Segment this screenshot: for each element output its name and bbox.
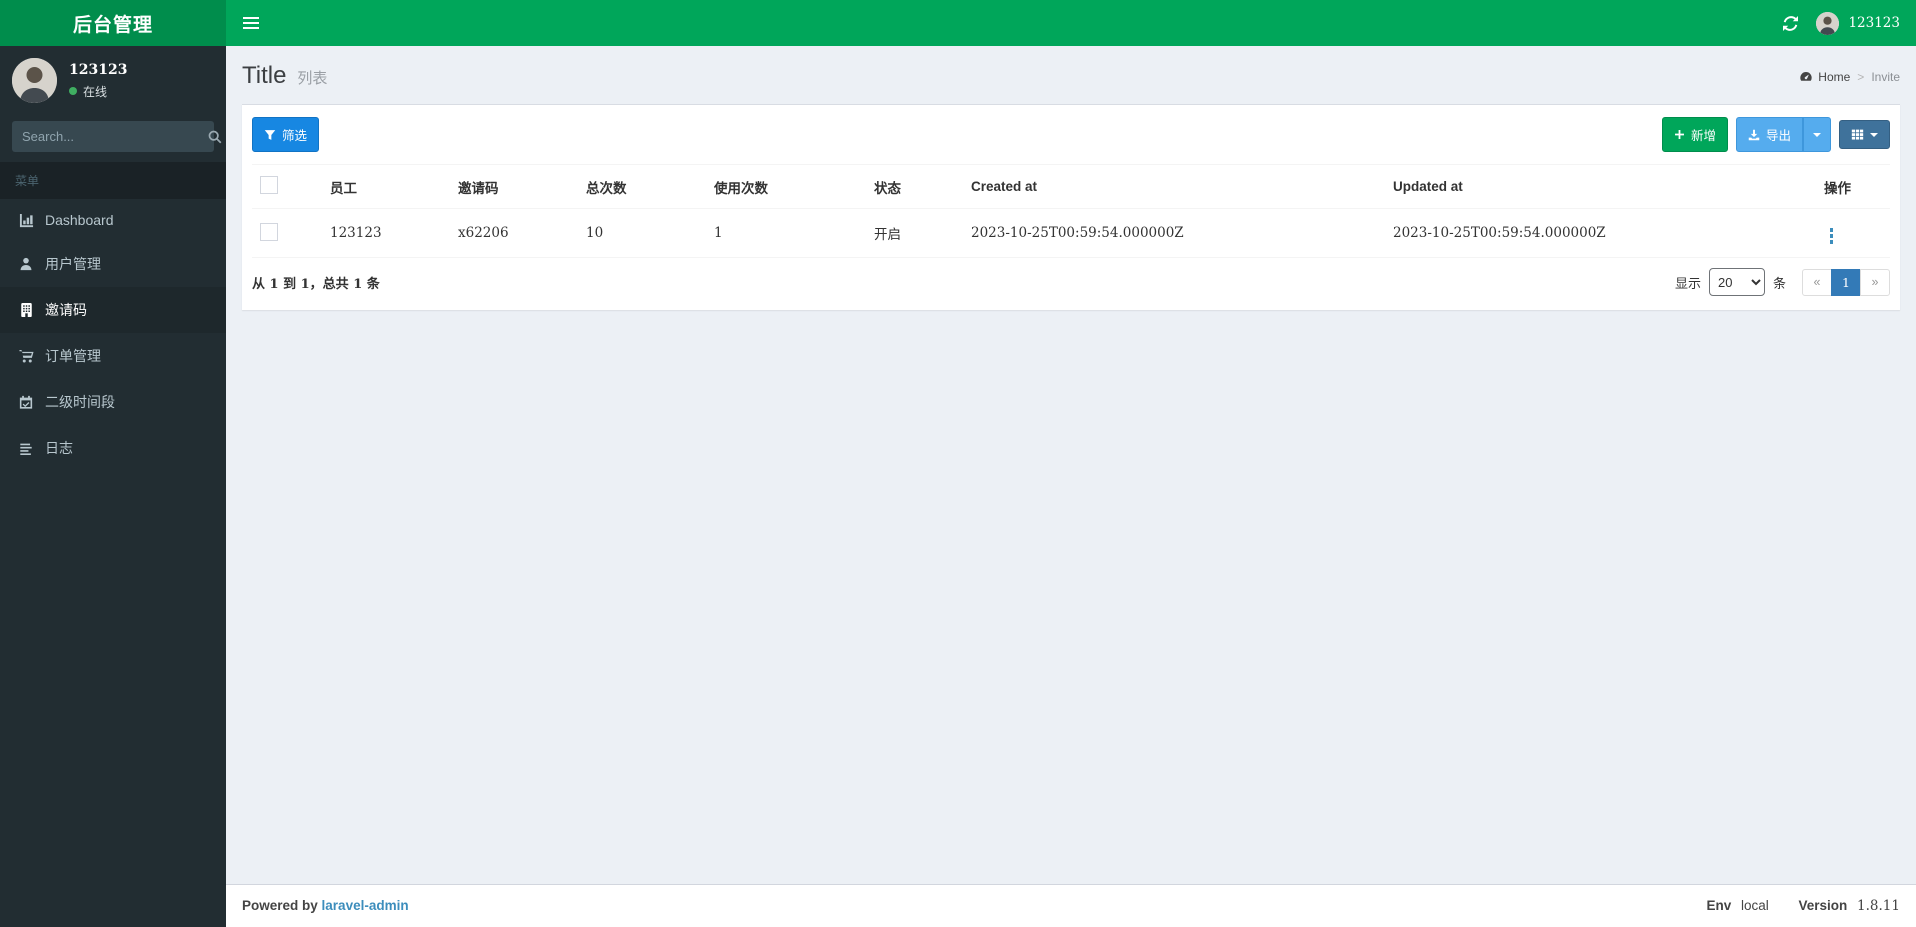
cell-employee: 123123 [322,208,450,258]
user-icon [18,257,34,271]
sidebar-item-orders[interactable]: 订单管理 [0,333,226,379]
sidebar-menu: Dashboard 用户管理 邀请码 订单管理 二级时间段 日志 [0,199,226,471]
sidebar-username: 123123 [69,61,128,78]
powered-by-label: Powered by [242,898,318,913]
export-button-group: 导出 [1735,117,1831,152]
cell-created-at: 2023-10-25T00:59:54.000000Z [963,208,1385,258]
next-page-button[interactable]: » [1860,268,1890,296]
avatar [12,58,57,103]
column-header-employee: 员工 [322,164,450,209]
per-page-select[interactable]: 20 [1708,268,1765,296]
refresh-icon[interactable] [1783,15,1799,31]
breadcrumb: Home > Invite [1799,70,1900,84]
filter-button[interactable]: 筛选 [252,117,320,152]
column-header-total: 总次数 [578,164,706,209]
column-header-status: 状态 [866,164,963,209]
plus-icon [1674,129,1685,140]
main-footer: Powered by laravel-admin Env local Versi… [226,884,1916,927]
page-subtitle: 列表 [297,70,328,87]
brand-logo[interactable]: 后台管理 [0,0,226,46]
add-button[interactable]: 新增 [1661,117,1728,152]
table-container: 员工 邀请码 总次数 使用次数 状态 Created at Updated at… [242,164,1900,258]
column-selector-button[interactable] [1839,120,1890,149]
sidebar-section-label: 菜单 [0,162,226,199]
sidebar-search [12,121,222,152]
funnel-icon [264,129,276,141]
pagination: « 1 » [1802,268,1890,296]
sidebar-item-timeslots[interactable]: 二级时间段 [0,379,226,425]
calendar-check-icon [18,395,34,409]
chevron-down-icon [1813,132,1821,137]
per-page-unit-label: 条 [1772,275,1786,291]
column-header-actions: 操作 [1816,164,1890,209]
building-icon [18,303,34,317]
table-header-row: 员工 邀请码 总次数 使用次数 状态 Created at Updated at… [252,164,1890,209]
breadcrumb-separator: > [1857,69,1865,84]
bar-chart-icon [18,213,34,228]
avatar [1816,11,1840,35]
top-navbar: 123123 [226,0,1916,46]
column-header-used: 使用次数 [706,164,866,209]
online-dot-icon [69,87,77,95]
env-value: local [1740,898,1769,913]
cell-updated-at: 2023-10-25T00:59:54.000000Z [1385,208,1816,258]
select-all-checkbox[interactable] [260,176,278,194]
grid-toolbar: 筛选 新增 导出 [242,105,1900,164]
pagination-zone: 显示 20 条 « 1 » [1675,268,1890,296]
column-header-created: Created at [963,164,1385,209]
export-dropdown-caret[interactable] [1803,117,1831,152]
grid-footer: 从 1 到 1，总共 1 条 显示 20 条 « 1 » [242,258,1900,310]
laravel-admin-link[interactable]: laravel-admin [322,898,409,913]
cart-icon [18,349,34,364]
cell-code: x62206 [450,208,578,258]
chevron-down-icon [1870,132,1878,137]
navbar-username: 123123 [1848,15,1900,31]
rows-summary: 从 1 到 1，总共 1 条 [252,276,380,292]
cell-used: 1 [706,208,866,258]
row-actions-icon[interactable] [1824,226,1839,246]
toolbar-right: 新增 导出 [1661,117,1890,152]
sidebar-item-logs[interactable]: 日志 [0,425,226,471]
invite-table: 员工 邀请码 总次数 使用次数 状态 Created at Updated at… [252,164,1890,258]
version-value: 1.8.11 [1857,898,1900,914]
content-wrapper: Title 列表 Home > Invite 筛选 新增 导出 员工 邀请码 总… [226,0,1916,927]
content-header: Title 列表 Home > Invite [226,46,1916,90]
per-page-label: 显示 [1674,275,1701,291]
sidebar: 后台管理 123123 在线 菜单 Dashboard [0,0,226,927]
grid-icon [1851,128,1864,141]
row-checkbox[interactable] [260,222,278,241]
sidebar-user-status[interactable]: 在线 [69,83,127,100]
prev-page-button[interactable]: « [1802,268,1832,296]
sidebar-user-panel: 123123 在线 [0,46,226,115]
search-icon[interactable] [208,121,222,152]
version-label: Version [1798,898,1848,913]
env-label: Env [1706,898,1732,913]
sidebar-toggle-icon[interactable] [226,0,276,46]
dashboard-gauge-icon [1799,70,1813,83]
sidebar-item-invite[interactable]: 邀请码 [0,287,226,333]
export-button[interactable]: 导出 [1735,117,1803,152]
column-header-updated: Updated at [1385,164,1816,209]
navbar-user-menu[interactable]: 123123 [1816,11,1900,35]
search-input[interactable] [12,121,208,152]
grid-box: 筛选 新增 导出 员工 邀请码 总次数 使用次数 状态 Created at U… [242,104,1900,310]
log-lines-icon [18,442,34,455]
sidebar-item-users[interactable]: 用户管理 [0,241,226,287]
breadcrumb-current: Invite [1871,69,1900,84]
download-icon [1748,129,1760,141]
cell-total: 10 [578,208,706,258]
table-row: 123123 x62206 10 1 开启 2023-10-25T00:59:5… [252,208,1890,258]
cell-status: 开启 [866,208,963,258]
page-title: Title [242,62,287,89]
column-header-code: 邀请码 [450,164,578,209]
sidebar-item-dashboard[interactable]: Dashboard [0,199,226,241]
main-content: Title 列表 Home > Invite 筛选 新增 导出 员工 邀请码 总… [226,0,1916,884]
page-1-button[interactable]: 1 [1831,268,1861,296]
breadcrumb-home-link[interactable]: Home [1799,70,1850,84]
